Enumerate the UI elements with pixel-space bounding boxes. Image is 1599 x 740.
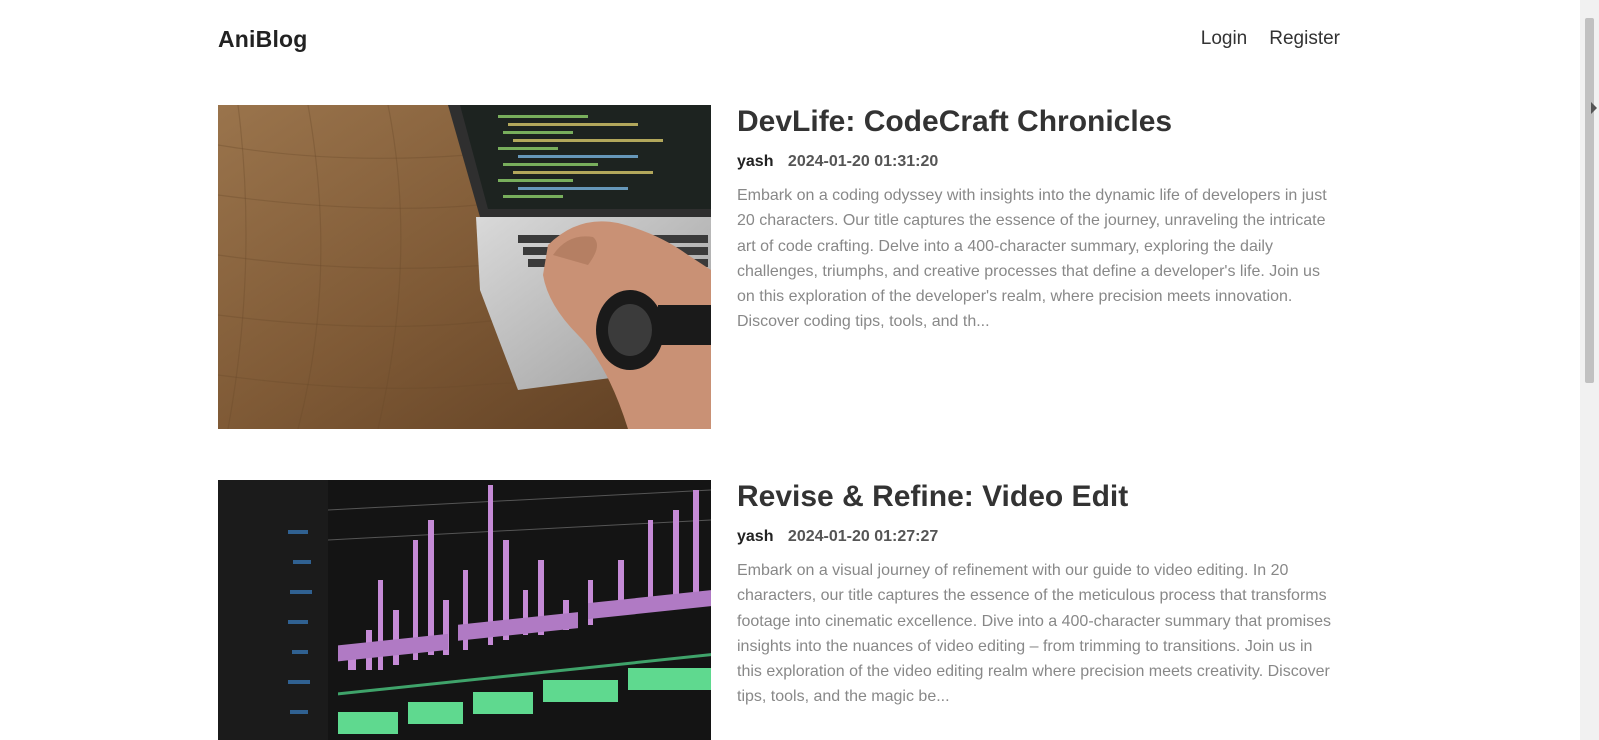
post-title[interactable]: DevLife: CodeCraft Chronicles — [737, 105, 1340, 139]
post-date: 2024-01-20 01:27:27 — [787, 528, 939, 545]
top-navbar: AniBlog Login Register — [218, 18, 1340, 60]
post-card: DevLife: CodeCraft Chronicles yash 2024-… — [218, 105, 1340, 429]
login-link[interactable]: Login — [1201, 28, 1248, 50]
cursor-arrow-icon — [1591, 102, 1597, 114]
register-link[interactable]: Register — [1269, 28, 1340, 50]
post-author: yash — [737, 153, 774, 170]
post-date: 2024-01-20 01:31:20 — [787, 153, 939, 170]
post-meta: yash 2024-01-20 01:31:20 — [737, 153, 1340, 171]
post-excerpt: Embark on a coding odyssey with insights… — [737, 187, 1327, 331]
post-thumbnail-video-editing[interactable] — [218, 480, 711, 740]
post-thumbnail-laptop[interactable] — [218, 105, 711, 429]
post-card: Revise & Refine: Video Edit yash 2024-01… — [218, 480, 1340, 740]
post-title[interactable]: Revise & Refine: Video Edit — [737, 480, 1340, 514]
post-meta: yash 2024-01-20 01:27:27 — [737, 528, 1340, 546]
vertical-scrollbar[interactable] — [1580, 0, 1599, 740]
brand-logo[interactable]: AniBlog — [218, 26, 308, 53]
scrollbar-thumb[interactable] — [1585, 18, 1594, 383]
post-excerpt: Embark on a visual journey of refinement… — [737, 562, 1332, 706]
page: AniBlog Login Register DevLife: CodeCraf… — [0, 0, 1599, 740]
post-content: Revise & Refine: Video Edit yash 2024-01… — [737, 480, 1340, 740]
nav-links: Login Register — [1201, 28, 1340, 50]
post-content: DevLife: CodeCraft Chronicles yash 2024-… — [737, 105, 1340, 429]
post-author: yash — [737, 528, 774, 545]
